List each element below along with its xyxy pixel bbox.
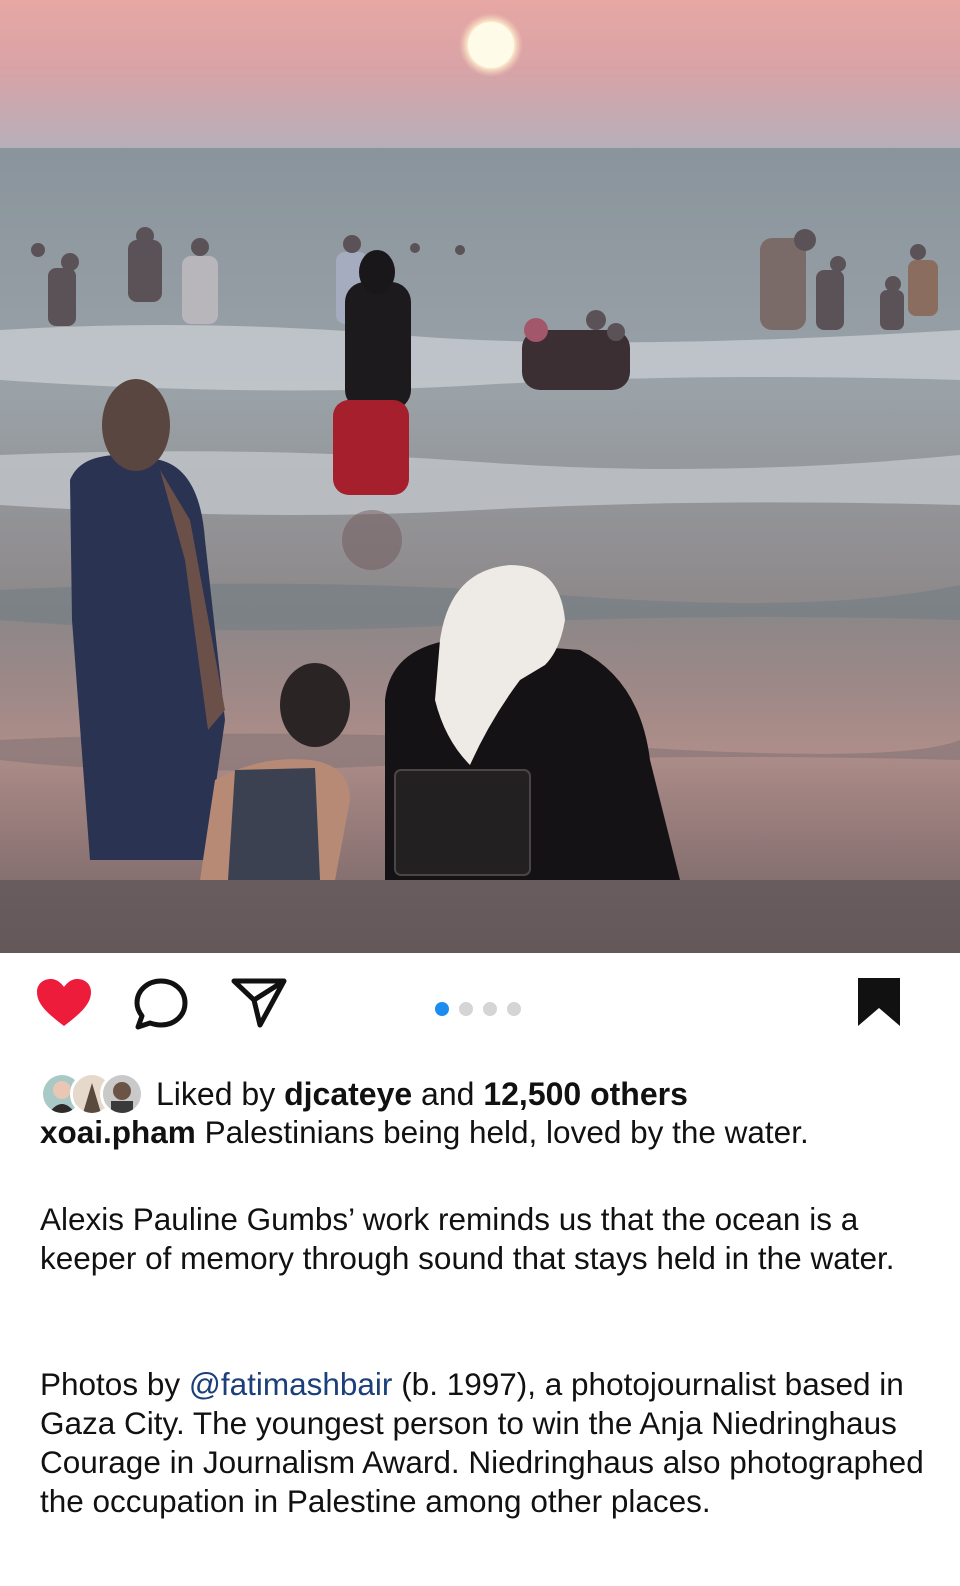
share-button[interactable] — [230, 976, 288, 1035]
beach-sunset-photo — [0, 0, 960, 953]
like-button[interactable] — [35, 978, 93, 1033]
send-icon — [231, 978, 287, 1028]
likes-count[interactable]: 12,500 others — [483, 1076, 688, 1113]
author-username[interactable]: xoai.pham — [40, 1114, 196, 1150]
likes-summary[interactable]: Liked by djcateye and 12,500 others — [40, 1072, 940, 1116]
carousel-dot-active — [435, 1002, 449, 1016]
avatar — [100, 1072, 144, 1116]
photos-by-prefix: Photos by — [40, 1366, 181, 1402]
liked-by-and: and — [421, 1075, 475, 1112]
caption-first-line: xoai.pham Palestinians being held, loved… — [40, 1113, 930, 1152]
heart-filled-icon — [37, 979, 91, 1026]
carousel-dot — [483, 1002, 497, 1016]
comment-icon — [134, 978, 188, 1030]
liked-by-prefix: Liked by — [156, 1075, 276, 1112]
liker-username[interactable]: djcateye — [284, 1076, 412, 1113]
caption-paragraph-2: Alexis Pauline Gumbs’ work reminds us th… — [40, 1201, 895, 1276]
post-photo[interactable] — [0, 0, 960, 953]
carousel-dot — [507, 1002, 521, 1016]
save-button[interactable] — [856, 976, 902, 1033]
liker-avatars — [40, 1072, 144, 1116]
photographer-mention[interactable]: @fatimashbair — [189, 1366, 393, 1402]
caption-paragraph-3: Photos by @fatimashbair (b. 1997), a pho… — [40, 1365, 930, 1521]
caption-text: Palestinians being held, loved by the wa… — [204, 1114, 809, 1150]
comment-button[interactable] — [134, 978, 188, 1035]
carousel-indicator — [434, 1000, 524, 1023]
bookmark-filled-icon — [858, 978, 900, 1026]
carousel-dot — [459, 1002, 473, 1016]
